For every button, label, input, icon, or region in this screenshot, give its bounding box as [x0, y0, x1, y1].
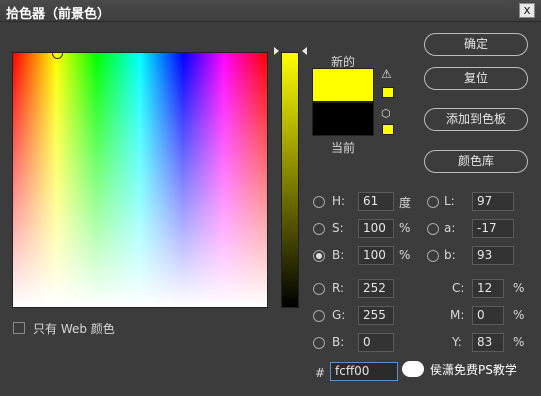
reset-button[interactable]: 复位: [424, 67, 528, 90]
s-label: S:: [332, 221, 344, 235]
web-colors-label: 只有 Web 颜色: [33, 322, 115, 336]
m-label: M:: [450, 308, 465, 322]
ok-button[interactable]: 确定: [424, 33, 528, 56]
lab-b-input[interactable]: 93: [472, 246, 514, 265]
radio-b[interactable]: [313, 250, 325, 262]
b-unit: %: [399, 248, 411, 262]
close-icon: x: [523, 3, 531, 17]
h-input[interactable]: 61: [358, 192, 394, 211]
y-input[interactable]: 83: [472, 333, 504, 352]
y-unit: %: [513, 335, 525, 349]
radio-s[interactable]: [313, 223, 325, 235]
slider-handle-left-icon[interactable]: [274, 47, 279, 55]
current-color-swatch[interactable]: [312, 102, 374, 136]
web-colors-checkbox[interactable]: [13, 322, 25, 334]
g-label: G:: [332, 308, 346, 322]
radio-blue[interactable]: [313, 337, 325, 349]
h-label: H:: [332, 194, 346, 208]
hex-label: #: [315, 366, 326, 380]
c-input[interactable]: 12: [472, 279, 504, 298]
m-unit: %: [513, 308, 525, 322]
radio-g[interactable]: [313, 310, 325, 322]
y-label: Y:: [452, 335, 462, 349]
s-unit: %: [399, 221, 411, 235]
blue-label: B:: [332, 335, 345, 349]
close-button[interactable]: x: [519, 3, 535, 18]
h-unit: 度: [399, 196, 412, 210]
blue-input[interactable]: 0: [358, 333, 394, 352]
r-input[interactable]: 252: [358, 279, 394, 298]
window-title: 拾色器（前景色）: [6, 7, 111, 22]
s-input[interactable]: 100: [358, 219, 394, 238]
a-label: a:: [444, 221, 456, 235]
cube-icon[interactable]: ⬡: [381, 108, 394, 120]
l-label: L:: [444, 194, 455, 208]
lab-b-label: b:: [444, 248, 456, 262]
slider-handle-right-icon[interactable]: [302, 47, 307, 55]
new-color-swatch: [312, 68, 374, 102]
wechat-icon: [402, 361, 424, 377]
title-bar: 拾色器（前景色） x: [0, 0, 541, 22]
a-input[interactable]: -17: [472, 219, 514, 238]
color-libraries-button[interactable]: 颜色库: [424, 150, 528, 173]
add-to-swatches-button[interactable]: 添加到色板: [424, 108, 528, 131]
c-unit: %: [513, 281, 525, 295]
radio-lab-b[interactable]: [427, 250, 439, 262]
radio-r[interactable]: [313, 283, 325, 295]
gamut-swatch[interactable]: [382, 87, 394, 98]
brightness-slider[interactable]: [281, 52, 299, 308]
watermark-text: 侯潇免费PS教学: [430, 363, 517, 377]
color-field[interactable]: [12, 52, 268, 308]
m-input[interactable]: 0: [472, 306, 504, 325]
radio-l[interactable]: [427, 196, 439, 208]
hex-input[interactable]: fcff00: [330, 362, 398, 381]
c-label: C:: [452, 281, 465, 295]
warning-triangle-icon[interactable]: ⚠: [381, 68, 394, 80]
g-input[interactable]: 255: [358, 306, 394, 325]
b-input[interactable]: 100: [358, 246, 394, 265]
radio-h[interactable]: [313, 196, 325, 208]
r-label: R:: [332, 281, 345, 295]
web-safe-swatch[interactable]: [382, 124, 394, 135]
current-color-label: 当前: [331, 141, 356, 155]
radio-a[interactable]: [427, 223, 439, 235]
b-label: B:: [332, 248, 345, 262]
color-field-white-overlay: [13, 53, 267, 307]
l-input[interactable]: 97: [472, 192, 514, 211]
